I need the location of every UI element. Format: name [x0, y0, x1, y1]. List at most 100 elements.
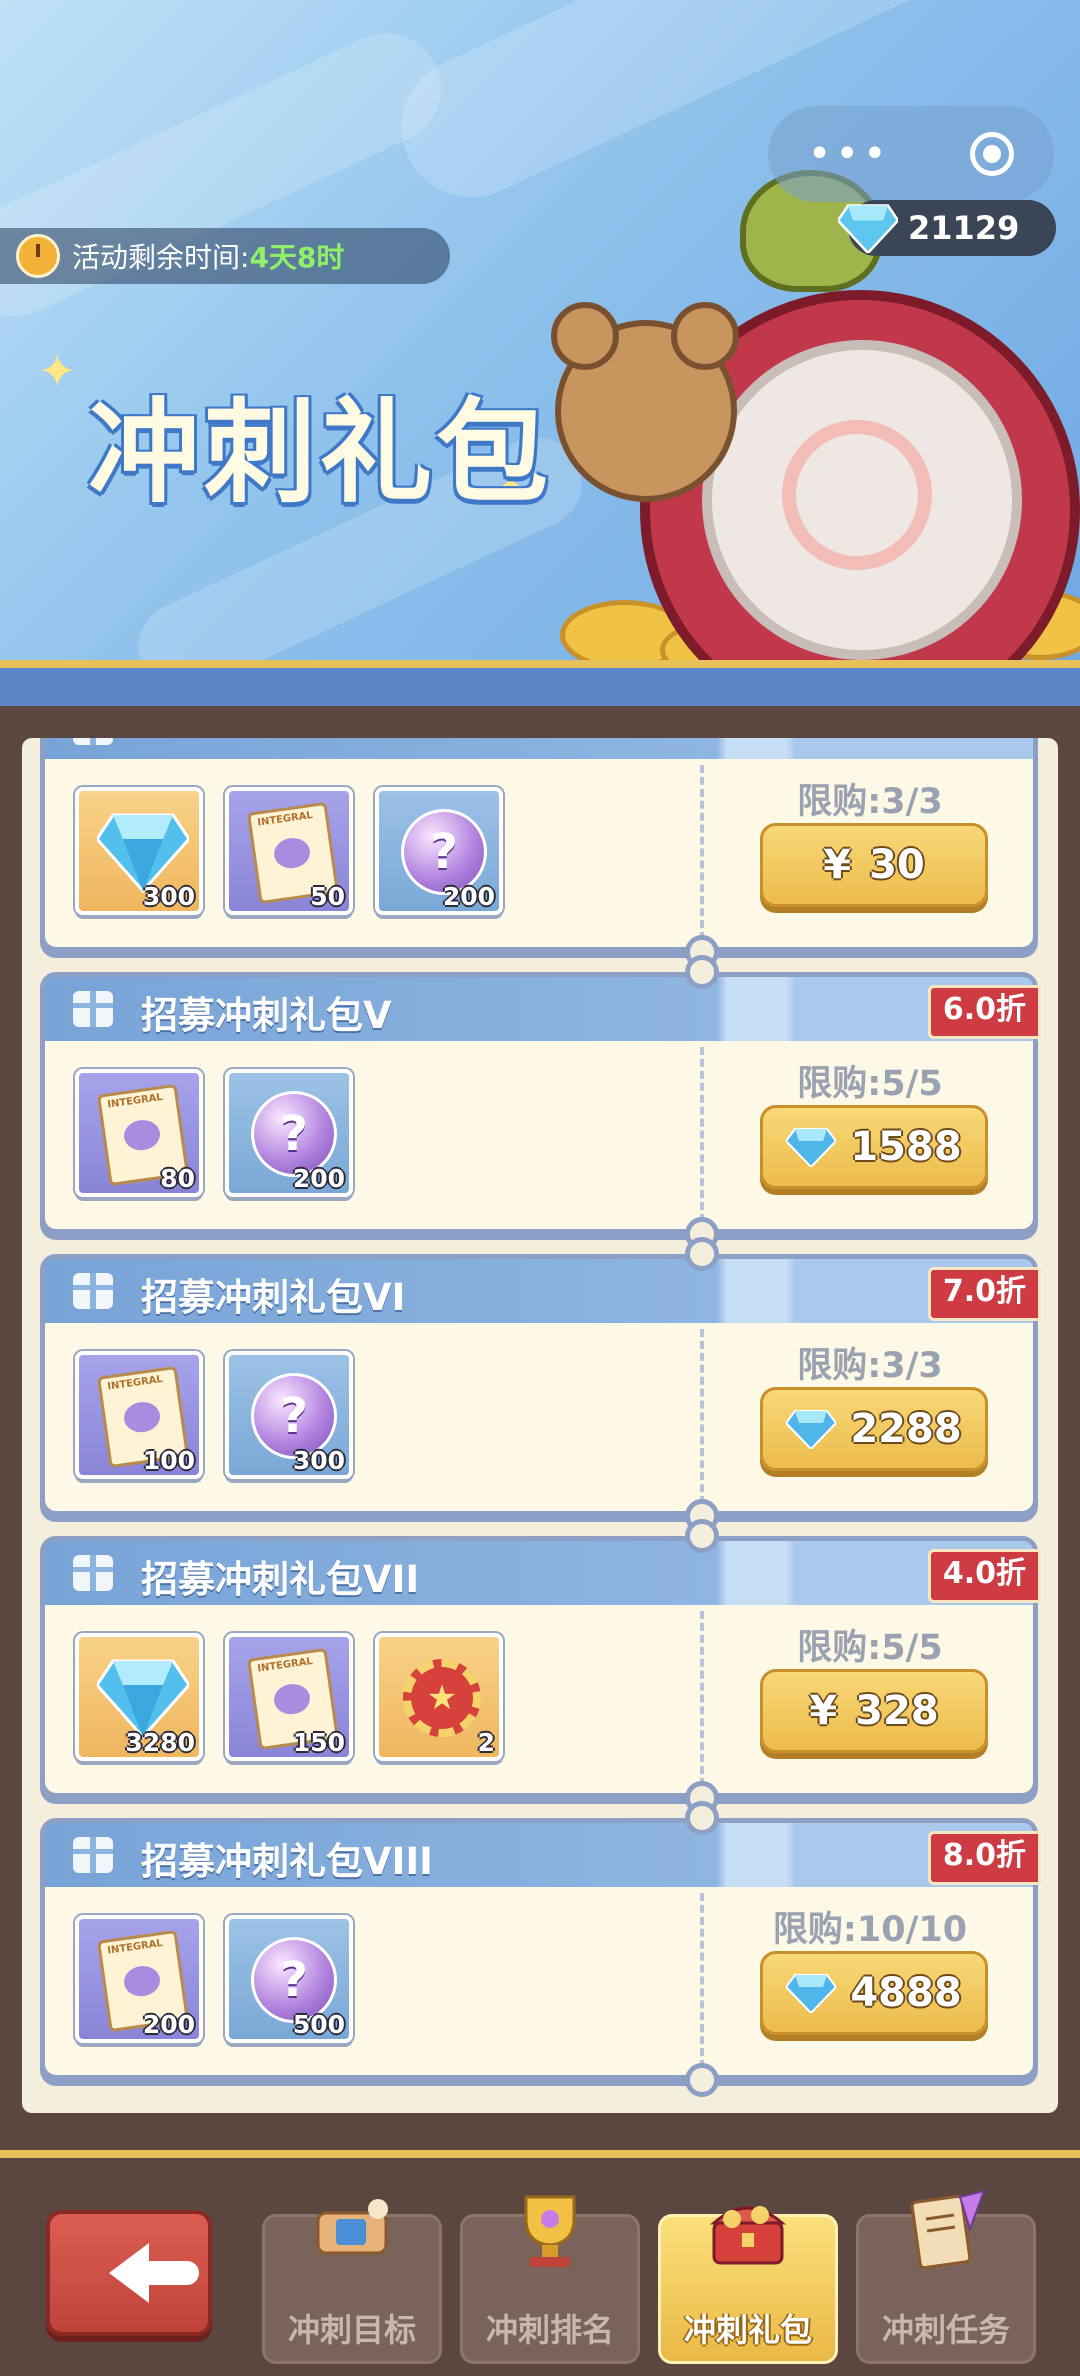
- timer-label: 活动剩余时间:: [72, 241, 250, 274]
- page-title: 冲刺礼包: [88, 388, 552, 518]
- reward-item[interactable]: 100: [75, 1351, 203, 1479]
- reward-quantity: 3280: [125, 1728, 195, 1757]
- gem-balance: 21129: [838, 200, 1056, 256]
- diamond-icon: [838, 204, 898, 253]
- gift-pack-card: 招募冲刺礼包VII4.0折3280150★2限购:5/5¥328: [40, 1519, 1041, 1815]
- tab-sprint-goals[interactable]: 冲刺目标: [262, 2199, 442, 2364]
- tab-sprint-packs[interactable]: 冲刺礼包: [658, 2206, 838, 2364]
- reward-quantity: 200: [292, 1164, 345, 1193]
- gift-pack-card: 招募冲刺礼包VIII 8.0折 200 ?500 限购:10/10 4888: [40, 1801, 1041, 2097]
- card-divider: [700, 1611, 704, 1786]
- quest-scroll-icon: [910, 2189, 986, 2270]
- purchase-limit: 限购:5/5: [797, 1064, 943, 1104]
- reward-item[interactable]: ? 500: [225, 1915, 353, 2043]
- pack-title: 招募冲刺礼包VIII: [141, 1840, 433, 1883]
- card-header: 招募冲刺礼包VIII 8.0折: [45, 1823, 1041, 1887]
- reward-item[interactable]: 200: [75, 1915, 203, 2043]
- card-divider: [700, 1893, 704, 2068]
- clock-icon: [16, 234, 60, 278]
- gift-pack-card: 招募冲刺礼包V 6.0折 80 ?200 限购:5/5 1588: [40, 955, 1041, 1251]
- card-notch: [685, 2063, 719, 2097]
- buy-button[interactable]: 4888: [760, 1951, 988, 2035]
- card-header: 招募冲刺礼包VI 7.0折: [45, 1259, 1041, 1323]
- tab-sprint-ranking[interactable]: 冲刺排名: [460, 2195, 640, 2364]
- diamond-icon: [786, 1128, 837, 1167]
- buy-button[interactable]: ¥30: [760, 823, 988, 907]
- diamond-icon: [786, 1410, 837, 1449]
- card-notch: [685, 955, 719, 989]
- event-banner: 活动剩余时间: 4天8时 ✦ ✦ 冲刺礼包 ••• 21129: [0, 0, 1080, 660]
- purchase-limit: 限购:3/3: [797, 782, 943, 822]
- tab-label: 冲刺目标: [287, 2311, 416, 2349]
- reward-quantity: 200: [442, 882, 495, 911]
- reward-quantity: 150: [292, 1728, 345, 1757]
- more-icon[interactable]: •••: [808, 131, 891, 177]
- buy-button[interactable]: 2288: [760, 1387, 988, 1471]
- reward-quantity: 300: [142, 882, 195, 911]
- reward-items: 100 ?300: [75, 1351, 353, 1479]
- card-header: [45, 738, 1033, 759]
- buy-button[interactable]: ¥328: [760, 1669, 988, 1753]
- gift-pack-card: 300 50 ?200 限购:3/3¥30: [40, 738, 1038, 969]
- gem-balance-value: 21129: [908, 209, 1020, 247]
- reward-item[interactable]: 3280: [75, 1633, 203, 1761]
- reward-items: 200 ?500: [75, 1915, 353, 2043]
- card-notch: [685, 1237, 719, 1271]
- reward-item[interactable]: ? 300: [225, 1351, 353, 1479]
- buy-button[interactable]: 1588: [760, 1105, 988, 1189]
- event-timer: 活动剩余时间: 4天8时: [0, 228, 450, 284]
- reward-quantity: 100: [142, 1446, 195, 1475]
- discount-badge: 8.0折: [927, 1831, 1041, 1885]
- gift-pack-list[interactable]: 30050?200限购:3/3¥30招募冲刺礼包V6.0折80?200限购:5/…: [22, 738, 1058, 2113]
- diamond-icon: [786, 1974, 837, 2013]
- gift-icon: [73, 1273, 113, 1309]
- pack-title: 招募冲刺礼包V: [141, 994, 392, 1037]
- tab-sprint-tasks[interactable]: 冲刺任务: [856, 2189, 1036, 2364]
- reward-item[interactable]: 80: [75, 1069, 203, 1197]
- price-value: 1588: [850, 1124, 962, 1170]
- card-notch: [685, 1801, 719, 1835]
- chip-token-icon: ★: [403, 1659, 481, 1737]
- diamond-icon: [97, 813, 189, 893]
- purchase-limit: 限购:3/3: [797, 1346, 943, 1386]
- discount-badge: 7.0折: [927, 1267, 1041, 1321]
- reward-item[interactable]: 150: [225, 1633, 353, 1761]
- purchase-limit: 限购:10/10: [772, 1910, 968, 1950]
- reward-quantity: 300: [292, 1446, 345, 1475]
- reward-item[interactable]: ? 200: [225, 1069, 353, 1197]
- timer-value: 4天8时: [249, 241, 345, 274]
- gift-icon: [73, 1555, 113, 1591]
- tab-label: 冲刺任务: [881, 2311, 1010, 2349]
- scroll-map-icon: [316, 2199, 388, 2255]
- purchase-limit: 限购:5/5: [797, 1628, 943, 1668]
- close-target-icon[interactable]: [970, 132, 1015, 176]
- card-header: 招募冲刺礼包V 6.0折: [45, 977, 1041, 1041]
- price-value: 30: [869, 842, 925, 888]
- price-value: 328: [855, 1688, 939, 1734]
- sparkle-icon: ✦: [38, 344, 77, 398]
- reward-items: 300 50 ?200: [75, 787, 503, 915]
- diamond-icon: [97, 1659, 189, 1739]
- reward-items: 80 ?200: [75, 1069, 353, 1197]
- reward-quantity: 500: [292, 2010, 345, 2039]
- price-value: 2288: [850, 1406, 962, 1452]
- reward-item[interactable]: ★ 2: [375, 1633, 503, 1761]
- bottom-nav: 冲刺目标 冲刺排名 冲刺礼包 冲刺任务: [0, 2150, 1080, 2376]
- tab-label: 冲刺排名: [485, 2311, 614, 2349]
- reward-item[interactable]: 50: [225, 787, 353, 915]
- reward-quantity: 200: [142, 2010, 195, 2039]
- reward-quantity: 50: [310, 882, 345, 911]
- yen-symbol: ¥: [809, 1688, 838, 1734]
- reward-quantity: 2: [477, 1728, 495, 1757]
- tab-label: 冲刺礼包: [683, 2311, 812, 2349]
- back-button[interactable]: [46, 2210, 212, 2336]
- mini-program-capsule: •••: [768, 106, 1054, 202]
- reward-item[interactable]: ? 200: [375, 787, 503, 915]
- reward-item[interactable]: 300: [75, 787, 203, 915]
- discount-badge: 6.0折: [927, 985, 1041, 1039]
- gift-icon: [73, 991, 113, 1027]
- panel-top-bar: [0, 660, 1080, 706]
- gift-icon: [73, 738, 113, 745]
- pack-title: 招募冲刺礼包VII: [141, 1558, 420, 1601]
- back-arrow-icon: [109, 2243, 199, 2303]
